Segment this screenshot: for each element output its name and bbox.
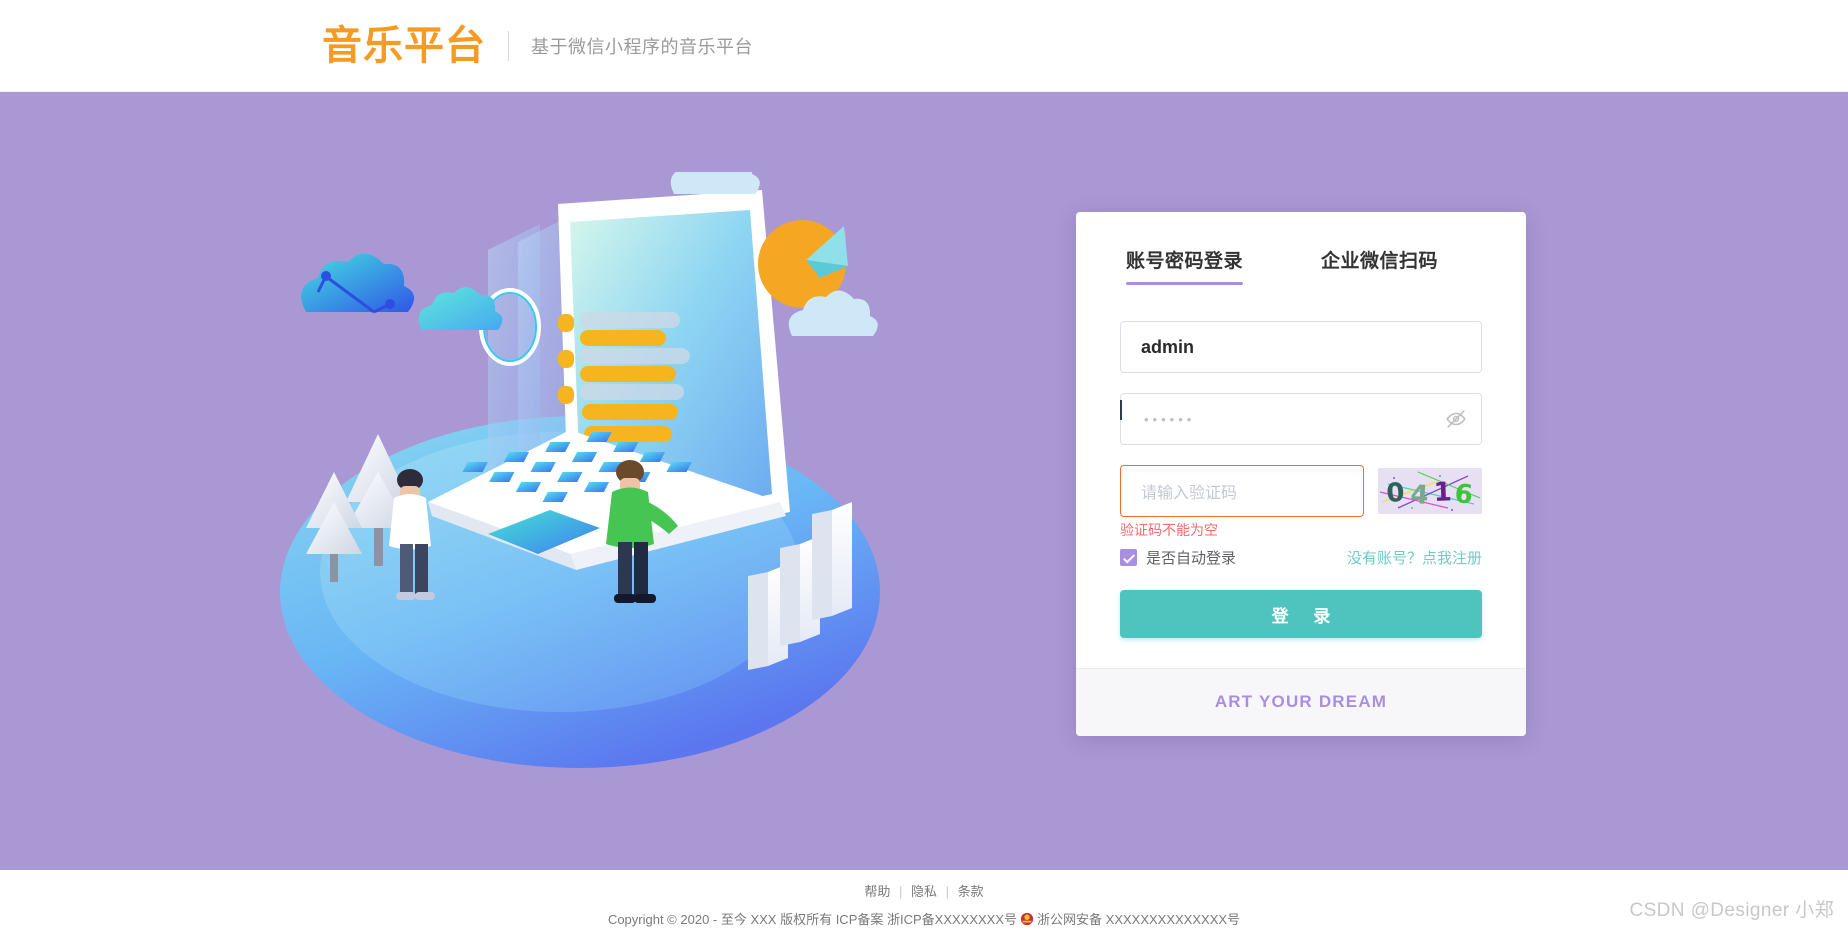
svg-text:6: 6: [1453, 479, 1474, 510]
eye-slash-icon[interactable]: [1445, 408, 1467, 430]
login-stage: 账号密码登录 企业微信扫码 admin •••••• 请输入验证码 0 4 1 …: [0, 92, 1848, 870]
login-options-row: 是否自动登录 没有账号？点我注册: [1120, 547, 1482, 568]
login-submit-button[interactable]: 登 录: [1120, 590, 1482, 639]
card-slogan: ART YOUR DREAM: [1214, 692, 1388, 712]
footer-separator-1: |: [898, 884, 903, 899]
page-footer: 帮助 | 隐私 | 条款 Copyright © 2020 - 至今 XXX 版…: [0, 870, 1848, 940]
login-card-footer: ART YOUR DREAM: [1076, 668, 1526, 737]
police-record-text: 浙公网安备 XXXXXXXXXXXXXX号: [1037, 912, 1241, 927]
password-input[interactable]: ••••••: [1120, 393, 1482, 445]
svg-text:1: 1: [1433, 477, 1452, 508]
footer-link-help[interactable]: 帮助: [864, 884, 890, 899]
captcha-field: 请输入验证码 0 4 1 6 验证码不能为空: [1120, 465, 1482, 539]
svg-text:4: 4: [1410, 480, 1430, 511]
page-header: 音乐平台 基于微信小程序的音乐平台: [0, 0, 1848, 92]
tab-wecom-qrcode[interactable]: 企业微信扫码: [1321, 246, 1438, 285]
footer-separator-2: |: [945, 884, 950, 899]
captcha-image[interactable]: 0 4 1 6: [1378, 468, 1482, 514]
footer-link-terms[interactable]: 条款: [958, 884, 984, 899]
password-field: ••••••: [1120, 393, 1482, 445]
checkmark-icon: [1120, 549, 1137, 567]
copyright-text: Copyright © 2020 - 至今 XXX 版权所有 ICP备案 浙IC…: [607, 912, 1018, 927]
username-value: admin: [1141, 336, 1195, 357]
footer-links: 帮助 | 隐私 | 条款: [0, 881, 1848, 900]
captcha-placeholder: 请输入验证码: [1141, 485, 1238, 502]
police-badge-icon: [1020, 912, 1034, 926]
header-divider: [508, 30, 509, 61]
hero-illustration: [270, 148, 890, 792]
captcha-input[interactable]: 请输入验证码: [1120, 465, 1364, 517]
username-input[interactable]: admin: [1120, 321, 1482, 373]
captcha-row: 请输入验证码 0 4 1 6: [1120, 465, 1482, 517]
watermark-text: CSDN @Designer 小郑: [1629, 900, 1834, 921]
site-subtitle: 基于微信小程序的音乐平台: [531, 36, 753, 57]
auto-login-label: 是否自动登录: [1146, 550, 1237, 568]
text-caret: [1120, 400, 1122, 420]
captcha-error-message: 验证码不能为空: [1120, 522, 1218, 538]
auto-login-checkbox[interactable]: 是否自动登录: [1120, 547, 1236, 568]
footer-link-privacy[interactable]: 隐私: [911, 884, 937, 899]
login-card-body: 账号密码登录 企业微信扫码 admin •••••• 请输入验证码 0 4 1 …: [1076, 212, 1526, 668]
login-card: 账号密码登录 企业微信扫码 admin •••••• 请输入验证码 0 4 1 …: [1076, 212, 1526, 737]
tab-account-password[interactable]: 账号密码登录: [1126, 246, 1244, 285]
svg-text:0: 0: [1385, 478, 1405, 509]
password-value: ••••••: [1144, 411, 1196, 427]
username-field: admin: [1120, 321, 1482, 373]
register-link[interactable]: 没有账号？点我注册: [1347, 547, 1482, 568]
site-logo[interactable]: 音乐平台: [322, 26, 486, 66]
footer-copyright: Copyright © 2020 - 至今 XXX 版权所有 ICP备案 浙IC…: [0, 909, 1848, 928]
login-tabs: 账号密码登录 企业微信扫码: [1120, 246, 1482, 285]
